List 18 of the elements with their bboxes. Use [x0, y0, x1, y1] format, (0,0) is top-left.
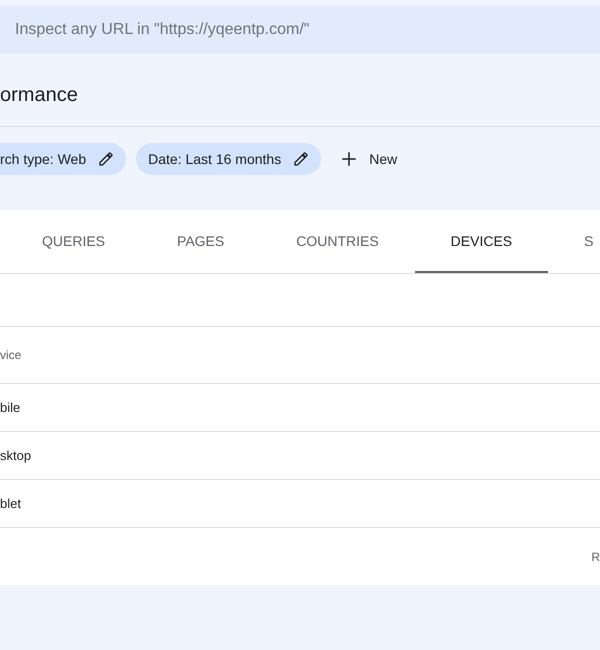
tab[interactable]: PAGES: [141, 210, 260, 273]
tab[interactable]: COUNTRIES: [260, 210, 415, 273]
filter-chip[interactable]: Date: Last 16 months: [136, 143, 322, 175]
tab[interactable]: DEVICES: [414, 210, 548, 273]
filter-chip[interactable]: rch type: Web: [0, 143, 126, 175]
page-title: ormance: [0, 85, 78, 105]
search-field[interactable]: Inspect any URL in "https://yqeentp.com/": [0, 6, 600, 54]
tab[interactable]: QUERIES: [6, 210, 142, 273]
tab[interactable]: S: [548, 210, 600, 273]
table-cell: sktop: [0, 448, 32, 463]
pagination-text: R: [591, 550, 600, 564]
table-cell: blet: [0, 496, 21, 511]
pencil-icon: [98, 151, 114, 167]
new-filter-button[interactable]: New: [340, 150, 398, 168]
pencil-icon: [293, 151, 310, 167]
table-cell: bile: [0, 400, 20, 415]
column-header[interactable]: vice: [0, 348, 22, 362]
plus-icon: [340, 150, 358, 168]
